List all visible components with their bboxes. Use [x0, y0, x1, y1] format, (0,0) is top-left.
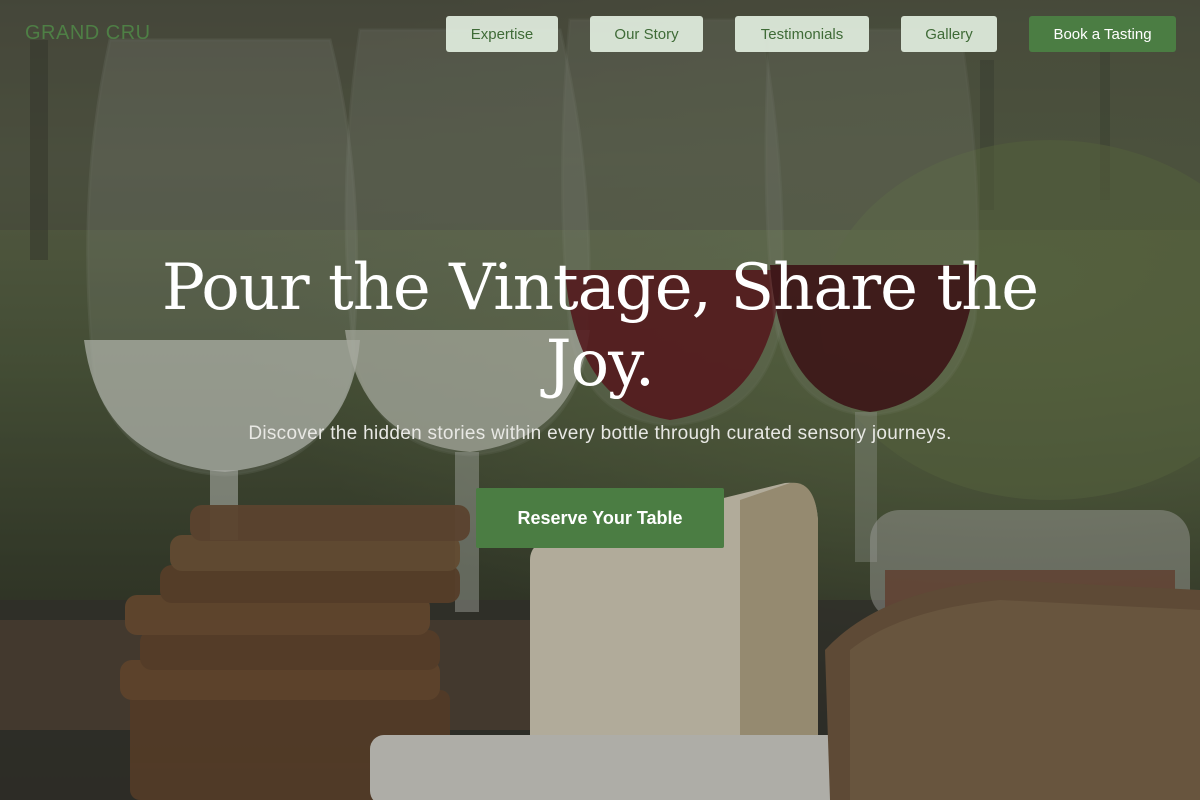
hero-headline: Pour the Vintage, Share the Joy.	[161, 251, 1039, 401]
hero-subheadline: Discover the hidden stories within every…	[248, 423, 952, 444]
reserve-table-button[interactable]: Reserve Your Table	[476, 488, 724, 548]
nav-item-expertise[interactable]: Expertise	[446, 16, 558, 52]
nav-item-our-story[interactable]: Our Story	[590, 16, 703, 52]
hero-section: GRAND CRU Expertise Our Story Testimonia…	[0, 0, 1200, 800]
nav-item-testimonials[interactable]: Testimonials	[735, 16, 869, 52]
nav-item-gallery[interactable]: Gallery	[901, 16, 997, 52]
book-tasting-button[interactable]: Book a Tasting	[1029, 16, 1176, 52]
main-navigation: Expertise Our Story Testimonials Gallery	[0, 16, 1200, 52]
